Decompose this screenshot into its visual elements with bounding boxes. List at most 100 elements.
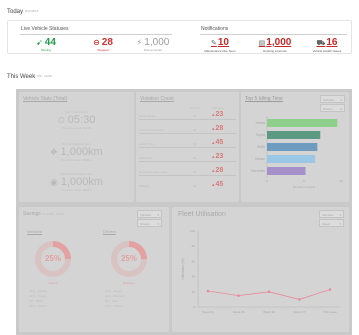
stop-icon: ⊖ — [93, 38, 100, 47]
today-title: Today 8/10/2016 — [7, 9, 39, 15]
col-increase-header: Increase — [212, 106, 224, 110]
arrow-up-icon: ▴ — [212, 182, 215, 188]
top-idling-title: Top 5 Idling Time — [245, 96, 283, 102]
clock-icon: ⏲ — [57, 115, 65, 125]
table-row: Harsh Acceleration 99 ▴28 — [136, 125, 239, 134]
bar — [267, 167, 306, 175]
this-week-panel: Vehicle Stats (Total) Idle Time (hours) … — [16, 89, 352, 335]
data-point — [237, 294, 240, 297]
idling-vehicles-dropdown[interactable]: Vehicles ▾ — [320, 95, 345, 103]
x-tick-label: 0 — [266, 179, 268, 183]
gauge-icon: ◉ — [49, 177, 58, 187]
chevron-down-icon: ▾ — [157, 222, 159, 226]
fleet-utilisation-card: Fleet Utilisation Vehicles ▾ Week ▾ 0 20 40 6… — [172, 207, 349, 332]
y-tick-label: 80 — [192, 244, 196, 248]
vehicles-donut: 25% — [35, 241, 71, 277]
x-tick-label: Week 37 — [294, 310, 306, 314]
drivers-donut: 25% — [111, 241, 147, 277]
truck-icon: ⛟ — [316, 40, 326, 47]
table-row: Harsh Turn 99 ▴45 — [136, 139, 239, 148]
table-row: Mileage 99 ▴45 — [139, 181, 224, 188]
licences-notification[interactable]: ▤1,000 Expiring Licences — [252, 37, 298, 53]
maintenance-notification[interactable]: ✎10 Maintenance Due Soon — [198, 37, 242, 53]
today-card: Live Vehicle Statuses ➹ 44 Moving ⊖ 28 Sto… — [7, 20, 352, 54]
savings-title: Savings from 8/8 - 14/08 — [23, 211, 64, 217]
operating-distance-stat: Operating Distance (km) ◉ 1,000km Previo… — [49, 172, 104, 192]
bar — [267, 143, 318, 151]
savings-card: Savings from 8/8 - 14/08 Vehicles ▾ Drive… — [19, 207, 169, 332]
savings-vehicles-dropdown[interactable]: Vehicles ▾ — [137, 210, 162, 218]
category-label: BMW — [257, 145, 265, 149]
chevron-down-icon: ▾ — [340, 98, 342, 102]
y-tick-label: 0 — [193, 305, 195, 309]
category-label: Nissan — [255, 157, 265, 161]
table-row: Harsh Brake 99 ▴23 — [136, 111, 239, 120]
moving-stat: ➹ 44 Moving — [36, 37, 56, 52]
notifications-title: Notifications — [201, 26, 229, 32]
divider — [200, 34, 347, 35]
fleet-line-chart: 0 20 40 60 80 100 Utilisation (%) Week 34 Week 3… — [181, 229, 340, 314]
driving-distance-stat: Driving Distance (km) ⛖ 1,000km Previous… — [50, 142, 103, 162]
y-axis-label: Utilisation (%) — [181, 258, 185, 280]
idle-time-stat: Idle Time (hours) ⏲ 05:30 Previous week:… — [57, 110, 96, 130]
category-label: Toyota — [256, 133, 266, 137]
violation-table: Harsh Brake 99 ▴23 Harsh Acceleration 99… — [136, 111, 239, 201]
drivers-savings: Drivers 25% Brandon 44% - Sarah 20% - Br… — [101, 229, 165, 329]
bar — [267, 131, 321, 139]
x-tick-label: This week — [323, 310, 337, 314]
vehicle-stats-title: Vehicle Stats (Total) — [23, 96, 68, 102]
violation-count-title: Violation Count — [140, 96, 174, 102]
arrow-icon: ➹ — [36, 38, 43, 47]
chevron-down-icon: ▾ — [339, 222, 341, 226]
idling-drivers-dropdown[interactable]: Drivers ▾ — [320, 104, 345, 112]
stopped-stat: ⊖ 28 Stopped — [93, 37, 113, 52]
x-tick-label: 5 — [303, 179, 305, 183]
plug-icon: ⚡ — [136, 38, 143, 47]
health-notification[interactable]: ⛟16 Vehicle Health Issues — [304, 37, 350, 53]
arrow-up-icon: ▴ — [212, 140, 215, 146]
y-tick-label: 40 — [192, 275, 196, 279]
arrow-up-icon: ▴ — [212, 154, 215, 160]
vehicles-savings: Vehicles 25% Toyota 44% - Honda 20% - To… — [25, 229, 89, 329]
this-week-title: This Week 8/8 - 14/08 — [7, 74, 52, 80]
table-row: Excessive Idling Time 99 ▴28 — [136, 167, 239, 176]
x-tick-label: Week 36 — [263, 310, 275, 314]
category-label: Mercedes — [251, 169, 265, 173]
x-tick-label: 10 — [339, 179, 343, 183]
category-label: Honda — [256, 121, 266, 125]
fleet-utilisation-title: Fleet Utilisation — [178, 211, 226, 218]
wrench-icon: ✎ — [211, 40, 217, 47]
y-tick-label: 100 — [190, 229, 195, 233]
fleet-vehicles-dropdown[interactable]: Vehicles ▾ — [319, 210, 344, 218]
disconnected-stat: ⚡ 1,000 Disconnected — [136, 37, 170, 52]
y-tick-label: 20 — [192, 290, 196, 294]
data-point — [298, 298, 301, 301]
licence-card-icon: ▤ — [258, 40, 266, 47]
bar — [267, 155, 316, 163]
data-point — [328, 288, 332, 291]
chevron-down-icon: ▾ — [339, 213, 341, 217]
col-current-header: Current — [190, 106, 201, 110]
vehicle-stats-card: Vehicle Stats (Total) Idle Time (hours) … — [19, 92, 134, 202]
violation-count-card: Violation Count Current Increase Harsh B… — [136, 92, 239, 202]
y-tick-label: 60 — [192, 259, 196, 263]
x-tick-label: Week 34 — [202, 310, 214, 314]
live-statuses-title: Live Vehicle Statuses — [21, 26, 69, 32]
divider — [20, 34, 172, 35]
x-tick-label: Week 35 — [233, 310, 245, 314]
road-icon: ⛖ — [50, 147, 58, 157]
idling-bar-chart: Honda Toyota BMW Nissan Mercedes 0 5 10 Duration… — [251, 116, 343, 189]
bar — [267, 119, 338, 127]
arrow-up-icon: ▴ — [212, 126, 215, 132]
table-row: Speeding 99 ▴23 — [136, 153, 239, 162]
data-point — [267, 290, 271, 294]
x-axis-label: Duration (hours) — [293, 185, 315, 189]
top-idling-card: Top 5 Idling Time Vehicles ▾ Drivers ▾ Hon… — [241, 92, 349, 202]
chevron-down-icon: ▾ — [340, 107, 342, 111]
arrow-up-icon: ▴ — [212, 168, 215, 174]
data-point — [206, 289, 210, 293]
arrow-up-icon: ▴ — [212, 112, 215, 118]
chevron-down-icon: ▾ — [157, 213, 159, 217]
fleet-week-dropdown[interactable]: Week ▾ — [319, 219, 344, 227]
savings-drivers-dropdown[interactable]: Drivers ▾ — [137, 219, 162, 227]
